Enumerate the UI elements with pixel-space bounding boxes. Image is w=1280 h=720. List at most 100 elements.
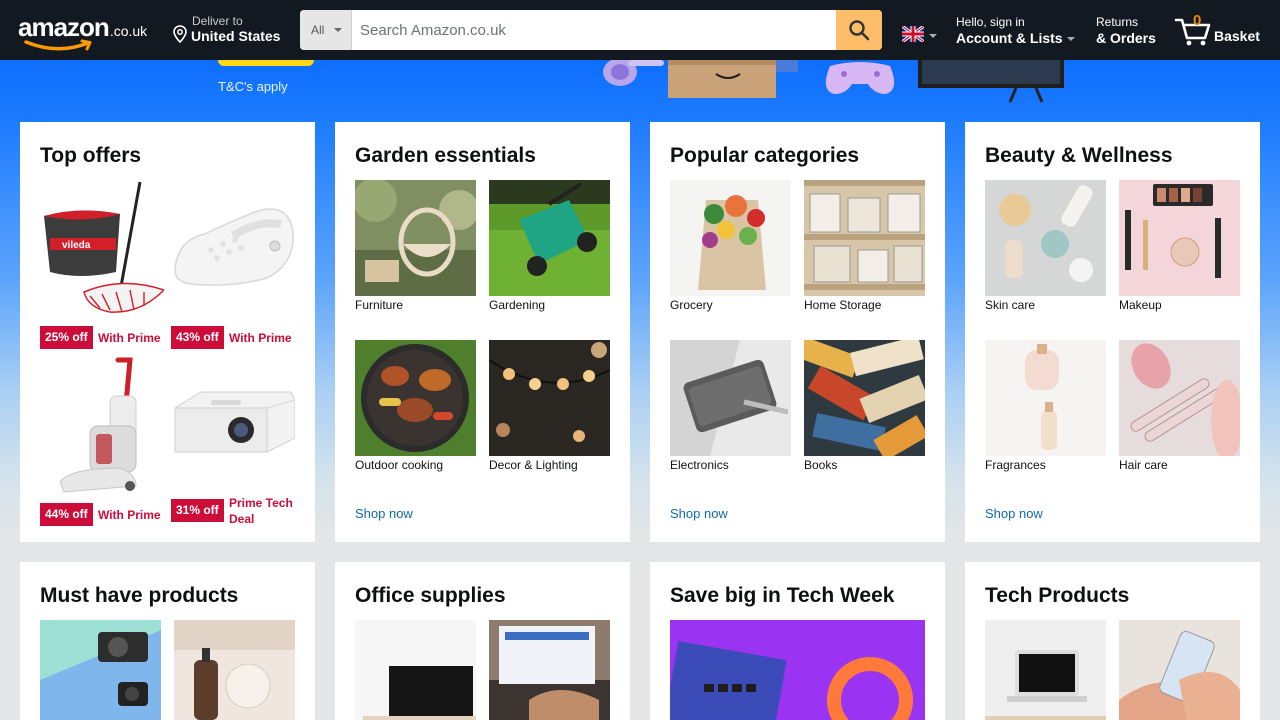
garden-essentials-card: Garden essentials Furniture Gardening Ou…: [335, 122, 630, 542]
account-lists-label: Account & Lists: [956, 30, 1063, 46]
category-tile[interactable]: [1119, 620, 1240, 720]
smile-arrow-icon: [24, 39, 92, 51]
search-category-dropdown[interactable]: All: [300, 10, 352, 50]
category-tile[interactable]: [985, 620, 1106, 720]
offer-item[interactable]: [171, 180, 295, 320]
tile-caption: Skin care: [985, 298, 1036, 312]
category-tile[interactable]: Fragrances: [985, 340, 1106, 473]
category-tile[interactable]: [174, 620, 295, 720]
tile-caption: Outdoor cooking: [355, 458, 444, 472]
bath-products-image: [174, 620, 295, 720]
discount-badge: 25% off: [40, 326, 93, 349]
tile-caption: Fragrances: [985, 458, 1046, 472]
orders-label: & Orders: [1096, 30, 1156, 46]
camera-image: [40, 620, 161, 720]
shop-now-link[interactable]: Shop now: [355, 506, 413, 521]
category-tile[interactable]: [40, 620, 161, 720]
tile-caption: Books: [804, 458, 838, 472]
logo-text: amazon: [18, 12, 110, 42]
office-supplies-card: Office supplies: [335, 562, 630, 720]
top-nav: amazon.co.uk Deliver to United States Al…: [0, 0, 1280, 60]
category-tile[interactable]: [355, 620, 476, 720]
tech-week-image: [670, 620, 925, 720]
hero-cta-button[interactable]: [218, 60, 314, 66]
offer-item[interactable]: [40, 356, 164, 496]
chevron-down-icon: [334, 28, 342, 32]
returns-label: Returns: [1096, 15, 1139, 29]
chevron-down-icon: [929, 34, 937, 38]
discount-badge: 31% off: [171, 499, 224, 522]
account-menu[interactable]: Hello, sign in Account & Lists: [956, 15, 1075, 46]
offer-item[interactable]: vileda: [40, 180, 164, 320]
category-tile[interactable]: Home Storage: [804, 180, 925, 313]
category-tile[interactable]: Skin care: [985, 180, 1106, 313]
amazon-logo[interactable]: amazon.co.uk: [18, 12, 158, 52]
books-image: [804, 340, 925, 456]
clog-icon: [171, 180, 295, 320]
discount-badge: 43% off: [171, 326, 224, 349]
hair-care-image: [1119, 340, 1240, 456]
deliver-location: United States: [191, 28, 281, 44]
category-tile[interactable]: Makeup: [1119, 180, 1240, 313]
shop-now-link[interactable]: Shop now: [670, 506, 728, 521]
basket-count: 0: [1193, 12, 1202, 29]
search-input[interactable]: [352, 10, 836, 50]
svg-text:vileda: vileda: [62, 240, 91, 251]
category-tile[interactable]: Decor & Lighting: [489, 340, 610, 473]
card-title: Top offers: [40, 144, 142, 167]
tech-products-card: Tech Products: [965, 562, 1260, 720]
returns-orders-link[interactable]: Returns & Orders: [1096, 15, 1156, 46]
tile-caption: Home Storage: [804, 298, 882, 312]
fragrances-image: [985, 340, 1106, 456]
category-tile[interactable]: Outdoor cooking: [355, 340, 476, 473]
deal-label: With Prime: [98, 331, 161, 345]
search-icon: [849, 20, 870, 41]
category-tile[interactable]: Hair care: [1119, 340, 1240, 473]
popular-categories-card: Popular categories Grocery Home Storage …: [650, 122, 945, 542]
string-lights-image: [489, 340, 610, 456]
desk-monitor-image: [355, 620, 476, 720]
garden-furniture-image: [355, 180, 476, 296]
must-have-products-card: Must have products: [20, 562, 315, 720]
makeup-image: [1119, 180, 1240, 296]
card-title: Must have products: [40, 584, 239, 607]
search-bar: All: [300, 10, 882, 50]
language-selector[interactable]: [901, 24, 937, 47]
shop-now-link[interactable]: Shop now: [985, 506, 1043, 521]
hero-terms: T&C's apply: [218, 79, 288, 94]
tile-caption: Hair care: [1119, 458, 1168, 472]
offer-item[interactable]: [171, 356, 295, 496]
category-tile[interactable]: Furniture: [355, 180, 476, 313]
tile-caption: Grocery: [670, 298, 713, 312]
lawn-mower-image: [489, 180, 610, 296]
card-title: Save big in Tech Week: [670, 584, 895, 607]
card-title: Garden essentials: [355, 144, 536, 167]
skin-care-image: [985, 180, 1106, 296]
uk-flag-icon: [901, 24, 925, 44]
card-title: Tech Products: [985, 584, 1130, 607]
top-offers-card: Top offers vileda 25% off With Prime 43%…: [20, 122, 315, 542]
card-title: Office supplies: [355, 584, 506, 607]
tile-caption: Decor & Lighting: [489, 458, 578, 472]
tile-caption: Makeup: [1119, 298, 1162, 312]
card-title: Beauty & Wellness: [985, 144, 1173, 167]
projector-icon: [171, 356, 295, 496]
category-tile[interactable]: Electronics: [670, 340, 791, 473]
category-tile[interactable]: [489, 620, 610, 720]
category-tile[interactable]: Grocery: [670, 180, 791, 313]
category-tile[interactable]: Books: [804, 340, 925, 473]
basket-button[interactable]: 0 Basket: [1174, 12, 1274, 48]
category-tile[interactable]: Gardening: [489, 180, 610, 313]
logo-tld: .co.uk: [109, 23, 148, 39]
tech-week-banner[interactable]: [670, 620, 925, 720]
card-title: Popular categories: [670, 144, 860, 167]
discount-badge: 44% off: [40, 503, 93, 526]
tile-caption: Furniture: [355, 298, 404, 312]
smartphone-image: [1119, 620, 1240, 720]
deliver-label: Deliver to: [192, 14, 243, 28]
search-button[interactable]: [836, 10, 882, 50]
tile-caption: Electronics: [670, 458, 729, 472]
home-storage-image: [804, 180, 925, 296]
deal-label: With Prime: [98, 508, 161, 522]
location-pin-icon: [173, 25, 187, 43]
